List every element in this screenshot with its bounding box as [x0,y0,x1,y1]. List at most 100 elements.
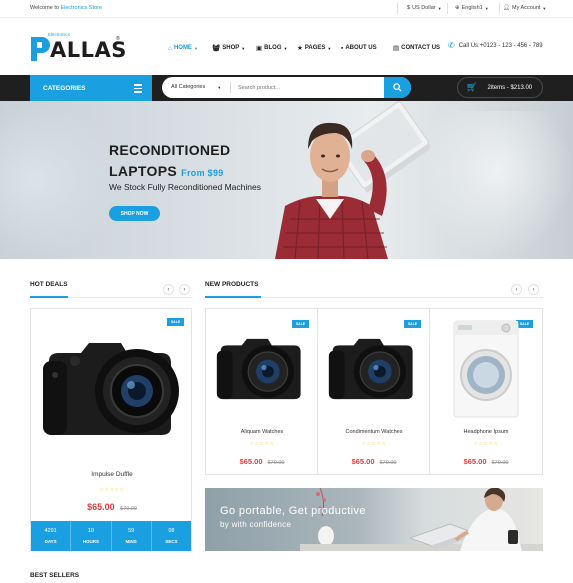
new-products-title: NEW PRODUCTS [205,281,259,288]
hero-slider: RECONDITIONED LAPTOPS From $99 We Stock … [0,101,573,259]
nav-contact[interactable]: ▤ CONTACT US [393,42,440,54]
search-icon [393,83,402,92]
site-logo[interactable]: ALLAS [30,33,127,61]
caret-down-icon: ▼ [484,5,489,11]
currency-selector[interactable]: $ US Dollar ▼ [407,5,442,11]
call-us-text: Call Us:+0123 - 123 - 456 - 789 [458,42,543,49]
product-name[interactable]: Condimentum Watches [318,429,430,435]
promo-banner[interactable]: Go portable, Get productive by with conf… [205,488,543,551]
basket-icon: 🧺︎ [212,45,221,52]
countdown-days: 4291 DAYS [31,521,72,551]
hero-title: RECONDITIONED LAPTOPS From $99 [109,140,230,184]
current-price: $65.00 [351,457,375,466]
cart-summary: 2items - $213.00 [487,84,533,91]
user-icon: 👤︎ [503,5,510,11]
caret-down-icon: ▼ [437,5,442,11]
shop-now-button[interactable]: SHOP NOW [109,206,160,221]
old-price: $70.00 [120,506,137,512]
banner-subline: by with confidence [220,520,292,529]
nav-blog[interactable]: ▣ BLOG ▼ [256,42,287,54]
categories-menu[interactable]: CATEGORIES [30,75,152,101]
phone-icon: ✆ [448,41,455,50]
caret-down-icon: ▼ [283,45,288,51]
nav-contact-label: CONTACT US [401,45,441,51]
cart-button[interactable]: 🛒︎ 2items - $213.00 [457,77,543,98]
hot-deals-next-button[interactable]: › [179,284,190,295]
product-card[interactable]: SALE Condimentum Watches ☆☆☆☆☆ $65.00 $7… [318,309,430,474]
caret-down-icon: ▼ [542,5,547,11]
registered-mark: ® [116,36,120,42]
divider [397,3,398,14]
nav-pages-label: PAGES [304,45,326,51]
search-button[interactable] [384,77,411,98]
countdown-label: HOURS [82,539,99,544]
new-products-prev-button[interactable]: ‹ [511,284,522,295]
product-name[interactable]: Impulse Duffle [31,471,193,478]
nav-shop-label: SHOP [222,45,240,51]
sale-badge: SALE [404,320,421,328]
countdown-value: 59 [128,528,135,534]
old-price: $70.00 [267,460,285,466]
account-label: My Account [511,5,541,11]
countdown-value: 08 [168,528,175,534]
rating-stars: ☆☆☆☆☆ [361,441,387,447]
hot-deals-prev-button[interactable]: ‹ [163,284,174,295]
price: $65.00 $70.00 [318,457,430,466]
top-bar: Welcome to Electronics Store $ US Dollar… [0,0,573,18]
chevron-right-icon: › [183,286,186,293]
home-icon: ⌂ [168,44,172,52]
countdown-value: 10 [87,528,94,534]
chevron-right-icon: › [532,286,535,293]
price: $65.00 $70.00 [430,457,542,466]
camera-image [216,338,301,400]
nav-home[interactable]: ⌂ HOME ▼ [168,42,198,54]
hot-deals-title: HOT DEALS [30,281,68,288]
welcome-store-link[interactable]: Electronics Store [60,5,102,11]
divider [499,3,500,14]
cart-icon: 🛒︎ [466,82,478,92]
best-sellers-title: BEST SELLERS [30,572,80,579]
category-select-value: All Categories [171,84,206,90]
hero-title-line1: RECONDITIONED [109,142,231,158]
dollar-icon: $ [407,5,411,11]
site-header: ALLAS Electronics ® ⌂ HOME ▼ 🧺︎ SHOP ▼ ▣… [0,18,573,75]
divider [230,82,231,93]
search-bar: CATEGORIES All Categories ▼ 🛒︎ 2items - … [0,75,573,101]
current-price: $65.00 [463,457,487,466]
banner-desk-image [300,488,543,551]
welcome-message: Welcome to Electronics Store [30,5,102,11]
caret-down-icon: ▼ [193,45,198,51]
rating-stars: ☆☆☆☆☆ [473,441,499,447]
new-products-grid: SALE Aliquam Watches ☆☆☆☆☆ $65.00 $70.00… [205,308,543,475]
countdown-label: DAYS [44,539,57,544]
countdown-value: 4291 [44,528,57,534]
product-name[interactable]: Headphone Ipsum [430,429,542,435]
logo-mark [30,37,50,61]
language-selector[interactable]: ⊕ English1 ▼ [455,5,489,11]
camera-image [328,338,413,400]
nav-shop[interactable]: 🧺︎ SHOP ▼ [212,42,245,54]
book-icon: ▣ [256,45,263,52]
category-select[interactable]: All Categories ▼ [171,84,221,90]
product-card[interactable]: SALE Aliquam Watches ☆☆☆☆☆ $65.00 $70.00 [206,309,318,474]
hero-from-price: From $99 [181,168,224,178]
product-card[interactable]: SALE Headphone Ipsum ☆☆☆☆☆ $65.00 $70.00 [430,309,542,474]
countdown-hours: 10 HOURS [71,521,112,551]
nav-about[interactable]: ▪ ABOUT US [341,42,377,54]
nav-blog-label: BLOG [264,45,282,51]
hot-deal-card[interactable]: SALE Impulse Duffle ☆☆☆☆☆ $65.00 $70.00 … [30,308,192,551]
search-input[interactable] [234,77,384,98]
sale-badge: SALE [167,318,184,326]
countdown-secs: 08 SECS [152,521,191,551]
rating-stars: ☆☆☆☆☆ [99,487,125,493]
washing-machine-image [453,320,519,418]
logo-text: ALLAS [50,38,127,62]
new-products-next-button[interactable]: › [528,284,539,295]
hero-background-blur [0,101,120,259]
countdown-label: SECS [165,539,178,544]
section-underline [30,296,68,298]
account-menu[interactable]: 👤︎ My Account ▼ [503,5,546,11]
current-price: $65.00 [239,457,263,466]
nav-pages[interactable]: ★ PAGES ▼ [297,42,331,54]
product-name[interactable]: Aliquam Watches [206,429,318,435]
